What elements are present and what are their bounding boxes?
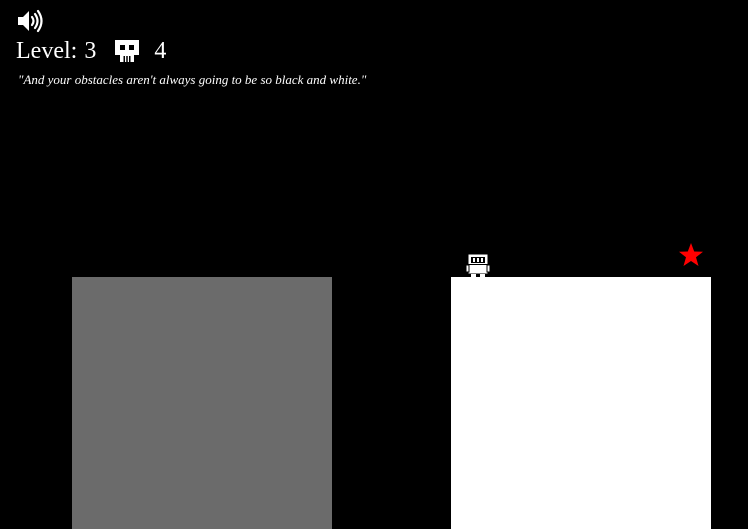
hud: Level: 3 4 (16, 35, 166, 67)
star-icon (679, 243, 703, 266)
gray-platform (72, 277, 332, 529)
player-character (465, 253, 491, 277)
white-platform (451, 277, 711, 529)
speaker-icon (18, 9, 43, 33)
skull-icon (115, 40, 140, 62)
level-label: Level: (16, 38, 78, 64)
death-count: 4 (154, 38, 167, 64)
level-value: 3 (84, 38, 97, 64)
level-quote: "And your obstacles aren't always going … (18, 72, 367, 87)
sound-toggle-button[interactable] (16, 8, 44, 34)
